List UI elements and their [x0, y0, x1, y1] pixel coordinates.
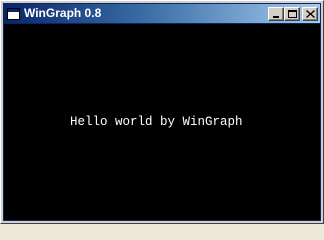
close-icon	[306, 9, 315, 18]
window-title: WinGraph 0.8	[24, 6, 102, 20]
canvas-text: Hello world by WinGraph	[70, 115, 243, 129]
minimize-button[interactable]	[268, 6, 284, 21]
title-bar[interactable]: WinGraph 0.8	[4, 4, 320, 23]
app-window-icon[interactable]	[7, 7, 20, 20]
close-button[interactable]	[302, 6, 318, 21]
maximize-icon	[288, 9, 297, 18]
app-window: WinGraph 0.8 Hello world by WinGraph	[0, 0, 324, 224]
graphics-canvas[interactable]: Hello world by WinGraph	[4, 24, 320, 220]
title-bar-buttons	[268, 6, 318, 21]
minimize-icon	[273, 15, 279, 18]
maximize-button[interactable]	[284, 6, 300, 21]
